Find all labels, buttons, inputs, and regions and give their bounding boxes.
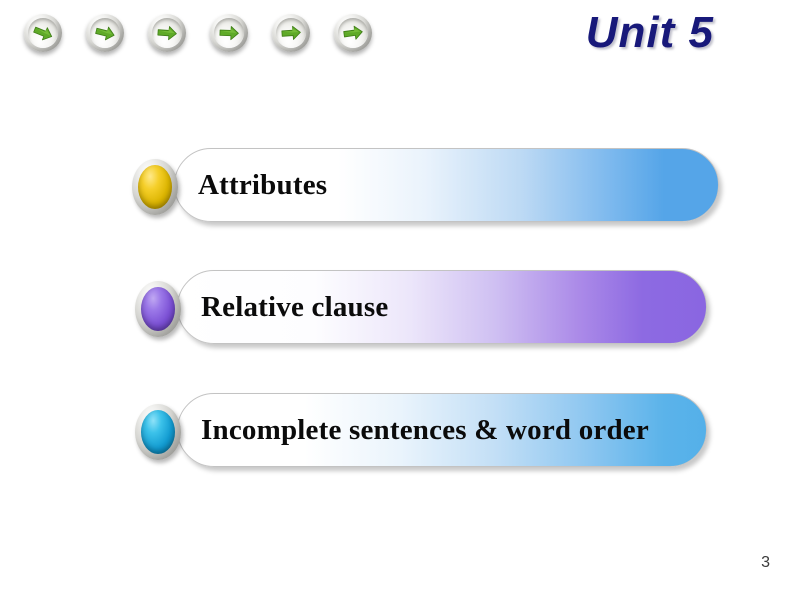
arrow-button-4[interactable] [210, 14, 248, 52]
arrow-right-icon [156, 22, 178, 44]
bullet-marker-core-2 [141, 287, 175, 331]
slide-title: Unit 5 [585, 8, 714, 57]
bullet-bar-label-1: Attributes [198, 168, 328, 201]
arrow-button-3[interactable] [148, 14, 186, 52]
bullet-bar-row-1[interactable]: Attributes [132, 145, 722, 225]
bullet-bar-label-3: Incomplete sentences & word order [201, 413, 649, 446]
arrow-button-1[interactable] [24, 14, 62, 52]
arrow-right-icon [32, 22, 54, 44]
bullet-marker-3 [135, 404, 181, 460]
arrow-right-icon [94, 22, 116, 44]
page-number: 3 [761, 554, 770, 571]
bullet-bar-row-2[interactable]: Relative clause [135, 267, 715, 347]
arrow-right-icon [342, 22, 364, 44]
bullet-bar-label-2: Relative clause [201, 290, 389, 323]
arrow-button-row [24, 14, 372, 60]
bullet-marker-2 [135, 281, 181, 337]
arrow-button-5[interactable] [272, 14, 310, 52]
arrow-button-2[interactable] [86, 14, 124, 52]
arrow-button-6[interactable] [334, 14, 372, 52]
bullet-marker-core-3 [141, 410, 175, 454]
arrow-right-icon [218, 22, 240, 44]
arrow-right-icon [280, 22, 302, 44]
bullet-marker-1 [132, 159, 178, 215]
bullet-marker-core-1 [138, 165, 172, 209]
bullet-bar-row-3[interactable]: Incomplete sentences & word order [135, 390, 715, 470]
